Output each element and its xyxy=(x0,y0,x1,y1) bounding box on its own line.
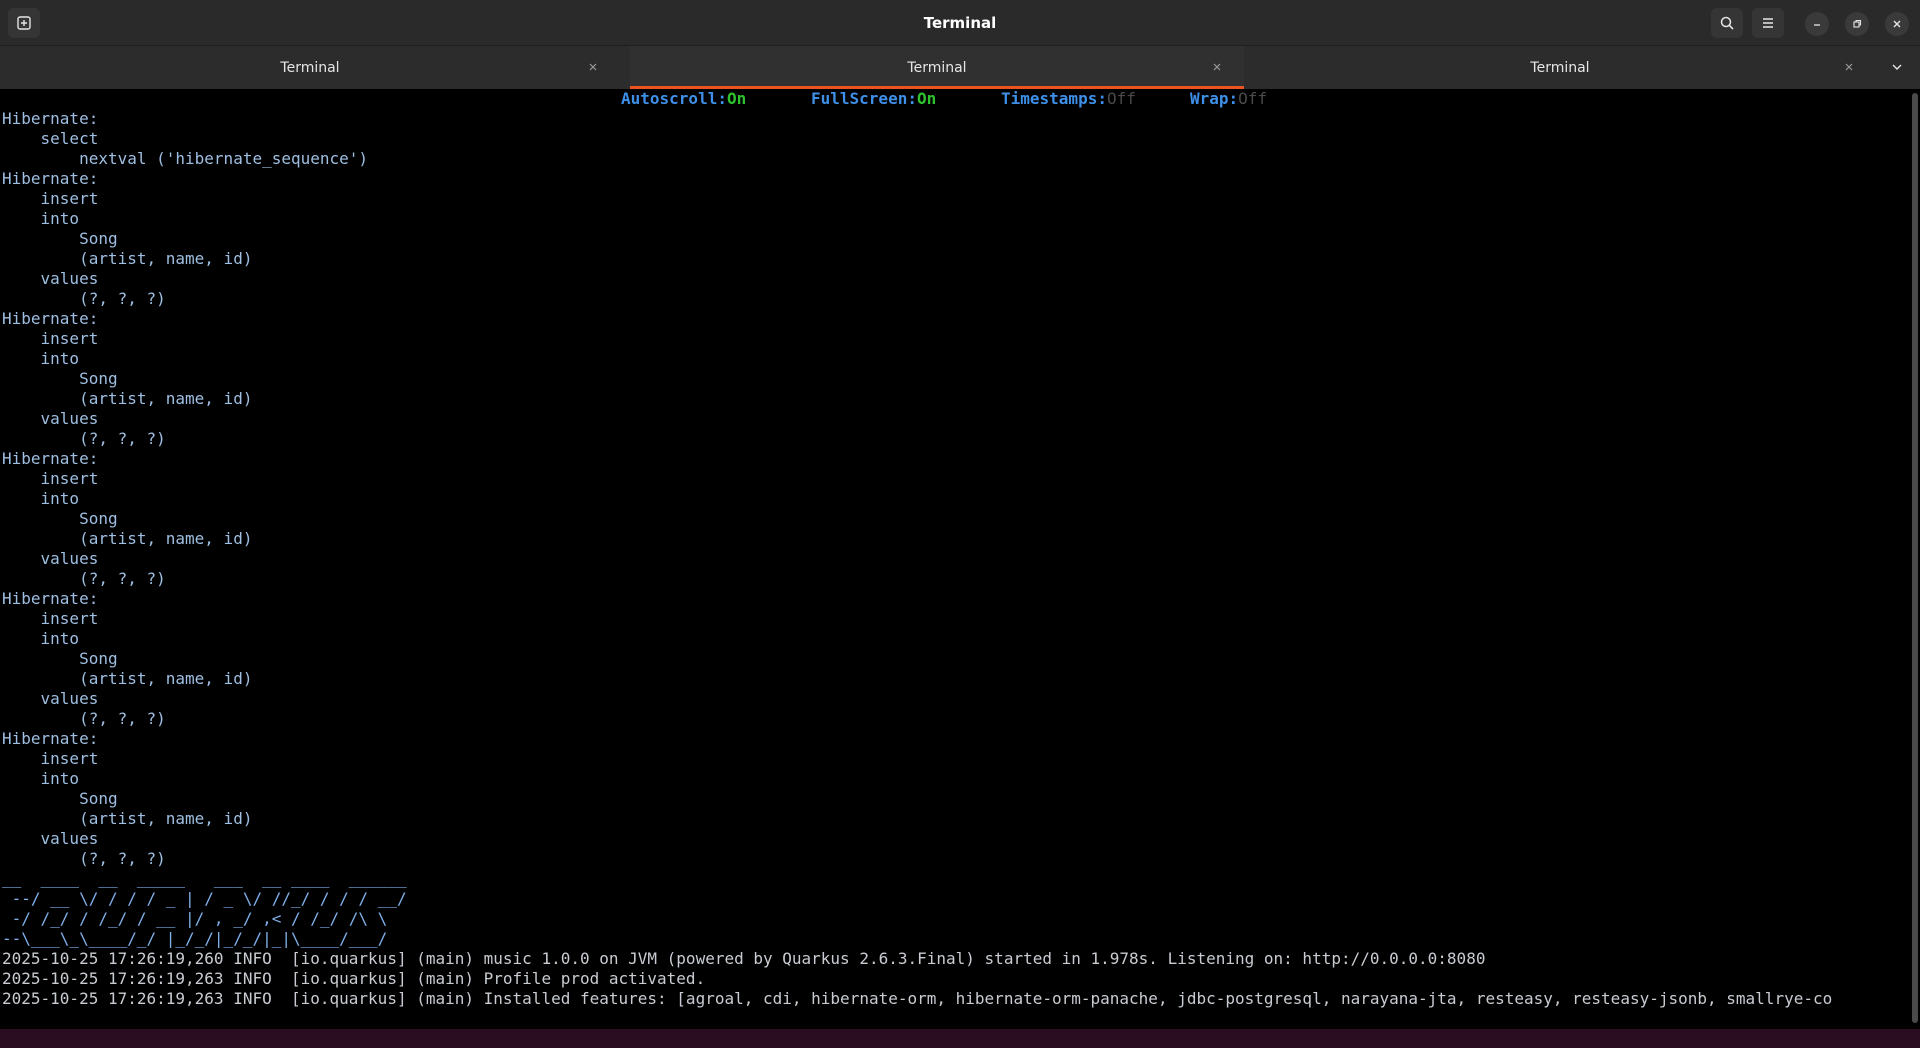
close-icon xyxy=(1893,20,1901,28)
restore-icon xyxy=(1853,19,1862,28)
log-line: Hibernate: xyxy=(2,449,108,468)
tab-close-button[interactable] xyxy=(1840,58,1858,76)
log-line: (?, ?, ?) xyxy=(2,849,166,868)
log-line: into xyxy=(2,489,80,508)
tab-label: Terminal xyxy=(280,59,340,76)
fullscreen-status: FullScreen:On xyxy=(811,89,937,108)
log-line: Song xyxy=(2,229,118,248)
log-line: (artist, name, id) xyxy=(2,249,263,268)
tab-list-button[interactable] xyxy=(1882,52,1912,82)
log-line: insert xyxy=(2,189,108,208)
log-line: Hibernate: xyxy=(2,169,108,188)
close-button[interactable] xyxy=(1885,12,1909,36)
log-line: Hibernate: xyxy=(2,589,108,608)
log-line: (?, ?, ?) xyxy=(2,429,166,448)
scrollbar[interactable] xyxy=(1910,89,1920,1029)
restore-button[interactable] xyxy=(1845,12,1869,36)
log-line: into xyxy=(2,629,80,648)
log-line: (artist, name, id) xyxy=(2,529,263,548)
quarkus-banner-line: --/ __ \/ / / / _ | / _ \/ //_/ / / / __… xyxy=(2,889,417,908)
window-title: Terminal xyxy=(923,14,997,32)
log-line: values xyxy=(2,409,99,428)
tab-bar: Terminal Terminal Terminal xyxy=(0,46,1920,89)
log-line: insert xyxy=(2,609,108,628)
log-line: insert xyxy=(2,329,108,348)
log-line: (?, ?, ?) xyxy=(2,709,166,728)
log-line: (artist, name, id) xyxy=(2,389,263,408)
timestamps-status: Timestamps:Off xyxy=(1001,89,1136,108)
log-line: values xyxy=(2,269,99,288)
minimize-icon xyxy=(1814,24,1820,26)
log-line: Song xyxy=(2,509,118,528)
log-line: (artist, name, id) xyxy=(2,669,263,688)
log-line: Song xyxy=(2,789,118,808)
info-log-line: 2025-10-25 17:26:19,263 INFO [io.quarkus… xyxy=(2,989,1833,1008)
hamburger-menu-icon xyxy=(1763,18,1773,28)
tab-terminal-1[interactable]: Terminal xyxy=(0,46,620,89)
log-line: (?, ?, ?) xyxy=(2,289,166,308)
close-icon xyxy=(589,63,597,71)
tab-terminal-3[interactable]: Terminal xyxy=(1244,46,1876,89)
quarkus-banner-line: --\___\_\____/_/ |_/_/|_/_/|_|\____/___/ xyxy=(2,929,417,948)
log-line: (artist, name, id) xyxy=(2,809,263,828)
log-line: into xyxy=(2,209,80,228)
log-line: (?, ?, ?) xyxy=(2,569,166,588)
title-bar: Terminal xyxy=(0,0,1920,46)
log-line: insert xyxy=(2,749,108,768)
quarkus-banner-line: -/ /_/ / /_/ / __ |/ , _/ ,< / /_/ /\ \ xyxy=(2,909,417,928)
info-log-line: 2025-10-25 17:26:19,263 INFO [io.quarkus… xyxy=(2,969,715,988)
minimize-button[interactable] xyxy=(1805,12,1829,36)
search-button[interactable] xyxy=(1711,8,1743,38)
log-line: Hibernate: xyxy=(2,729,108,748)
tab-close-button[interactable] xyxy=(1208,58,1226,76)
tab-label: Terminal xyxy=(907,59,967,76)
tab-terminal-2[interactable]: Terminal xyxy=(630,46,1244,89)
new-tab-button[interactable] xyxy=(8,8,40,38)
log-line: values xyxy=(2,829,99,848)
wrap-status: Wrap:Off xyxy=(1190,89,1268,108)
quarkus-banner-line: __ ____ __ _____ ___ __ ____ ______ xyxy=(2,869,417,888)
window-bottom-edge xyxy=(0,1029,1920,1048)
log-line: into xyxy=(2,769,80,788)
tab-label: Terminal xyxy=(1530,59,1590,76)
terminal-output[interactable]: Autoscroll:On FullScreen:On Timestamps:O… xyxy=(0,89,1910,1029)
autoscroll-status: Autoscroll:On xyxy=(621,89,747,108)
chevron-down-icon xyxy=(1892,64,1902,70)
log-line: select xyxy=(2,129,99,148)
log-line: Hibernate: xyxy=(2,309,108,328)
status-line: Autoscroll:On FullScreen:On Timestamps:O… xyxy=(0,89,1910,109)
log-line: into xyxy=(2,349,80,368)
log-line: insert xyxy=(2,469,108,488)
scrollbar-thumb[interactable] xyxy=(1912,93,1918,1023)
tab-close-button[interactable] xyxy=(584,58,602,76)
log-line: values xyxy=(2,689,99,708)
close-icon xyxy=(1213,63,1221,71)
log-line: nextval ('hibernate_sequence') xyxy=(2,149,369,168)
new-tab-icon xyxy=(17,16,31,30)
log-line: Song xyxy=(2,369,118,388)
close-icon xyxy=(1845,63,1853,71)
log-line: values xyxy=(2,549,99,568)
info-log-line: 2025-10-25 17:26:19,260 INFO [io.quarkus… xyxy=(2,949,1486,968)
log-output: Hibernate: select nextval ('hibernate_se… xyxy=(2,109,1832,1009)
log-line: Hibernate: xyxy=(2,109,108,128)
search-icon xyxy=(1720,16,1734,30)
menu-button[interactable] xyxy=(1752,8,1784,38)
log-line: Song xyxy=(2,649,118,668)
